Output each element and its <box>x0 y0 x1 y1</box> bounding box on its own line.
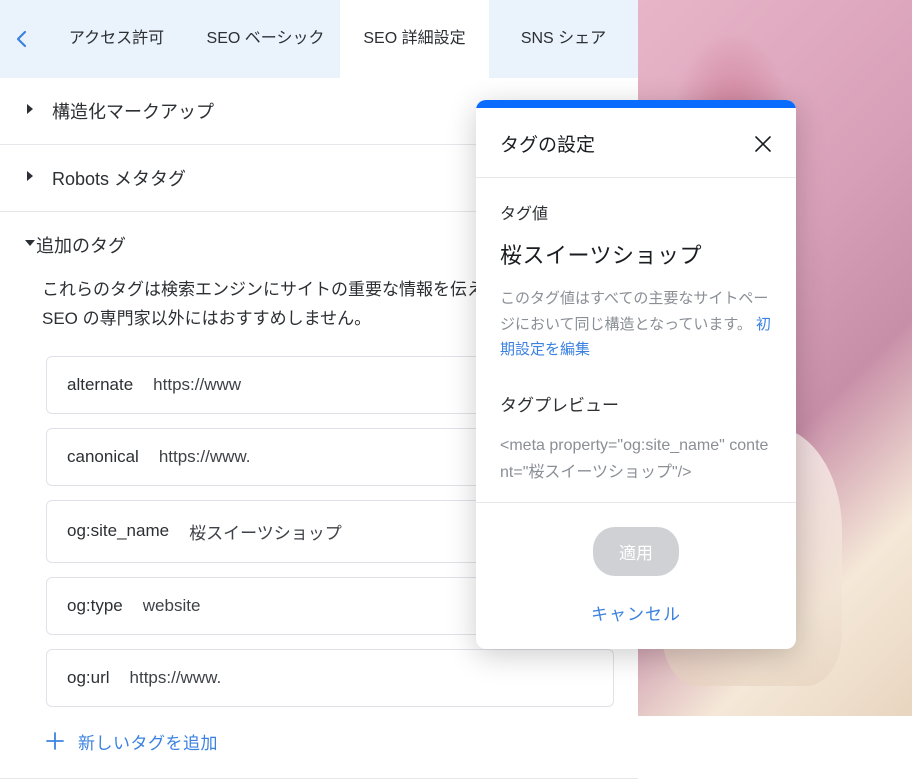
tabs-bar: アクセス許可 SEO ベーシック SEO 詳細設定 SNS シェア <box>0 0 638 78</box>
popover-accent-bar <box>476 100 796 108</box>
section-title: 構造化マークアップ <box>52 98 214 124</box>
tag-preview-code: <meta property="og:site_name" content="桜… <box>500 432 772 486</box>
close-button[interactable] <box>754 135 772 153</box>
tag-settings-popover: タグの設定 タグ値 桜スイーツショップ このタグ値はすべての主要なサイトページに… <box>476 100 796 649</box>
tag-preview-label: タグプレビュー <box>500 391 772 416</box>
chevron-left-icon <box>15 30 27 48</box>
tag-value: https://www. <box>159 447 251 467</box>
tag-value-note: このタグ値はすべての主要なサイトページにおいて同じ構造となっています。 初期設定… <box>500 286 772 363</box>
apply-button[interactable]: 適用 <box>593 527 679 576</box>
tab-label: SEO ベーシック <box>207 29 325 50</box>
add-tag-label: 新しいタグを追加 <box>78 729 218 754</box>
tag-value-label: タグ値 <box>500 200 772 224</box>
tag-value: https://www <box>153 375 241 395</box>
tag-value: https://www. <box>130 668 222 688</box>
tab-label: SNS シェア <box>521 29 606 50</box>
plus-icon <box>46 732 64 750</box>
section-title: 追加のタグ <box>36 232 126 258</box>
tab-seo-advanced[interactable]: SEO 詳細設定 <box>340 0 489 78</box>
tag-value-input[interactable]: 桜スイーツショップ <box>500 238 772 270</box>
add-tag-button[interactable]: 新しいタグを追加 <box>46 729 614 754</box>
tab-label: SEO 詳細設定 <box>363 29 465 50</box>
tab-sns-share[interactable]: SNS シェア <box>489 0 638 78</box>
close-icon <box>754 135 772 153</box>
tab-label: アクセス許可 <box>69 29 164 50</box>
tag-key: og:type <box>67 596 123 616</box>
popover-header: タグの設定 <box>476 108 796 178</box>
chevron-right-icon <box>24 169 38 187</box>
tag-key: canonical <box>67 447 139 467</box>
cancel-button[interactable]: キャンセル <box>591 600 681 625</box>
popover-title: タグの設定 <box>500 130 595 157</box>
note-text: このタグ値はすべての主要なサイトページにおいて同じ構造となっています。 <box>500 290 768 333</box>
tag-value: 桜スイーツショップ <box>189 519 342 544</box>
popover-footer: 適用 キャンセル <box>476 502 796 649</box>
tab-seo-basic[interactable]: SEO ベーシック <box>191 0 340 78</box>
tag-key: og:site_name <box>67 521 169 541</box>
tag-key: alternate <box>67 375 133 395</box>
popover-body: タグ値 桜スイーツショップ このタグ値はすべての主要なサイトページにおいて同じ構… <box>476 178 796 502</box>
section-title: Robots メタタグ <box>52 165 186 191</box>
back-button[interactable] <box>0 0 42 78</box>
tab-access[interactable]: アクセス許可 <box>42 0 191 78</box>
chevron-right-icon <box>24 102 38 120</box>
tag-value: website <box>143 596 201 616</box>
tag-key: og:url <box>67 668 110 688</box>
tag-row-og-url[interactable]: og:url https://www. <box>46 649 614 707</box>
chevron-down-icon <box>24 236 36 254</box>
